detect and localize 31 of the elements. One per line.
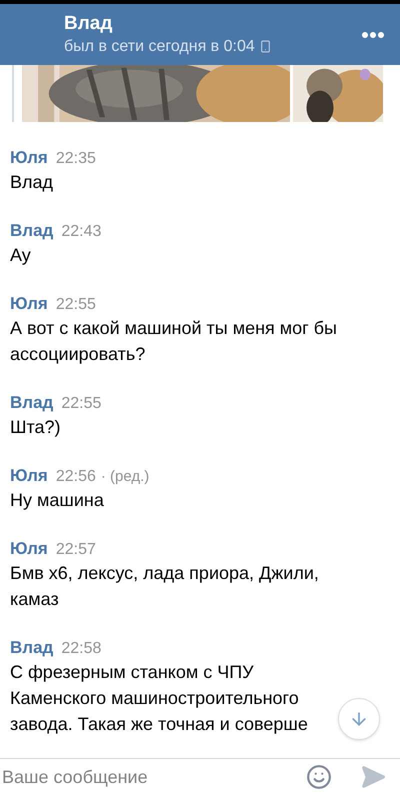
last-seen-status: был в сети сегодня в 0:04 <box>64 36 255 56</box>
author-name[interactable]: Юля <box>10 145 48 170</box>
author-name[interactable]: Влад <box>10 390 54 416</box>
message-time: 22:56 <box>56 467 96 487</box>
message-text: Бмв х6, лексус, лада приора, Джили, камаз <box>10 562 320 611</box>
scroll-down-button[interactable] <box>338 698 380 740</box>
author-name[interactable]: Юля <box>10 291 48 316</box>
more-button[interactable] <box>362 32 384 38</box>
message-time: 22:55 <box>61 394 102 414</box>
author-name[interactable]: Юля <box>10 536 48 562</box>
author-name[interactable]: Влад <box>10 218 54 244</box>
message-text: Шта?) <box>10 416 62 439</box>
message-input[interactable]: Ваше сообщение <box>2 764 306 790</box>
message-time: 22:57 <box>56 540 96 560</box>
message-text: Ау <box>10 244 32 267</box>
message-text: А вот с какой машиной ты меня мог бы ассоциировать? <box>10 317 338 366</box>
phone-icon <box>258 40 272 53</box>
author-name[interactable]: Влад <box>10 635 54 660</box>
message-time: 22:55 <box>56 295 96 315</box>
message-time: 22:35 <box>56 149 96 169</box>
message-text: Ну машина <box>10 489 105 512</box>
emoji-icon[interactable] <box>306 764 332 790</box>
message-time: 22:43 <box>61 222 102 242</box>
more-icon <box>362 32 384 38</box>
message-text: С фрезерным станком с ЧПУ Каменского машиностроительного завода. Такая же точная и соверше <box>10 661 309 736</box>
edited-label: · (ред.) <box>100 467 150 487</box>
message-text: Влад <box>10 171 54 194</box>
message-time: 22:58 <box>61 639 102 659</box>
send-icon[interactable] <box>360 764 386 790</box>
author-name[interactable]: Юля <box>10 463 48 488</box>
chat-title: Влад <box>64 12 114 36</box>
